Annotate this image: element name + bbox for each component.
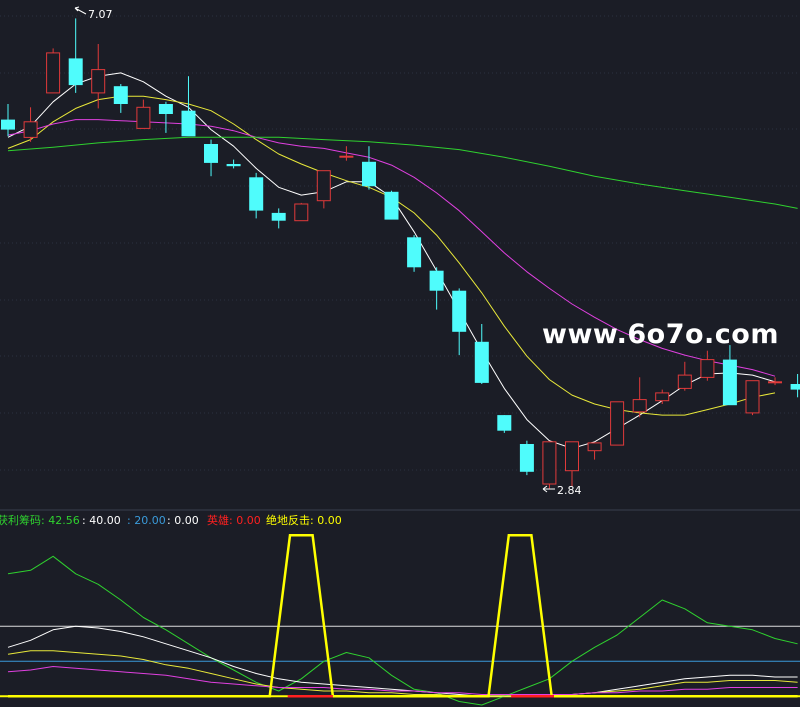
candle-body-down (204, 144, 218, 163)
candle-body-down (452, 290, 467, 332)
candle-body-up (339, 155, 354, 158)
candle-body-up (768, 381, 782, 384)
candle (610, 401, 625, 446)
candle-body-up (610, 401, 625, 446)
candle-body-up (316, 170, 331, 202)
candle-body-down (429, 270, 444, 291)
indicator-legend: 获利筹码: 42.56 : 40.00 : 20.00 : 0.00 英雄: 0… (0, 513, 342, 527)
candle-body-down (271, 212, 286, 221)
candle (542, 441, 557, 489)
candle-body-down (384, 191, 399, 220)
indicator-label-level-20: : 20.00 (127, 514, 166, 527)
low-price-label: 2.84 (557, 484, 582, 497)
candle-body-down (407, 237, 422, 268)
candle-body-down (362, 161, 376, 187)
candle-body-up (745, 380, 760, 414)
indicator-label-profit-chips: 获利筹码: 42.56 (0, 513, 80, 527)
candle-body-down (181, 110, 196, 137)
candle-body-down (474, 341, 489, 383)
candle-body-up (46, 52, 61, 94)
candle (519, 440, 534, 476)
candle-body-down (790, 384, 800, 390)
candle-body-up (700, 359, 715, 378)
indicator-label-counterattack: 绝地反击: 0.00 (266, 513, 342, 527)
candle (407, 235, 422, 272)
stock-chart: 7.07 2.84 www.6o7o.com 获利筹码: 42.56 : 40.… (0, 0, 800, 707)
candle-body-up (542, 441, 557, 485)
watermark: www.6o7o.com (542, 319, 779, 350)
candle-body-down (158, 104, 173, 114)
candle-body-down (519, 444, 534, 472)
candle (384, 190, 399, 220)
candle-body-down (113, 86, 128, 104)
candle-body-down (249, 177, 264, 211)
candle-body-down (497, 415, 512, 431)
candle-body-up (565, 441, 579, 472)
candle-body-down (68, 58, 83, 86)
high-price-label: 7.07 (88, 8, 113, 21)
candle (46, 48, 61, 94)
indicator-label-level-0: : 0.00 (167, 514, 199, 527)
candle-body-up (632, 399, 647, 413)
candle (745, 380, 760, 416)
candle (294, 202, 309, 222)
candle-body-up (23, 121, 38, 138)
indicator-label-level-40: : 40.00 (82, 514, 121, 527)
candle-body-down (722, 359, 737, 406)
candle-body-up (91, 69, 106, 94)
candle (497, 415, 512, 433)
candle-body-up (294, 203, 309, 222)
candle-body-up (677, 374, 692, 389)
indicator-label-hero: 英雄: 0.00 (207, 513, 261, 527)
candle-body-up (136, 106, 151, 129)
candle-body-up (655, 392, 670, 402)
candle-body-down (1, 119, 15, 130)
candle-body-up (587, 442, 602, 452)
candle-body-down (226, 164, 241, 167)
